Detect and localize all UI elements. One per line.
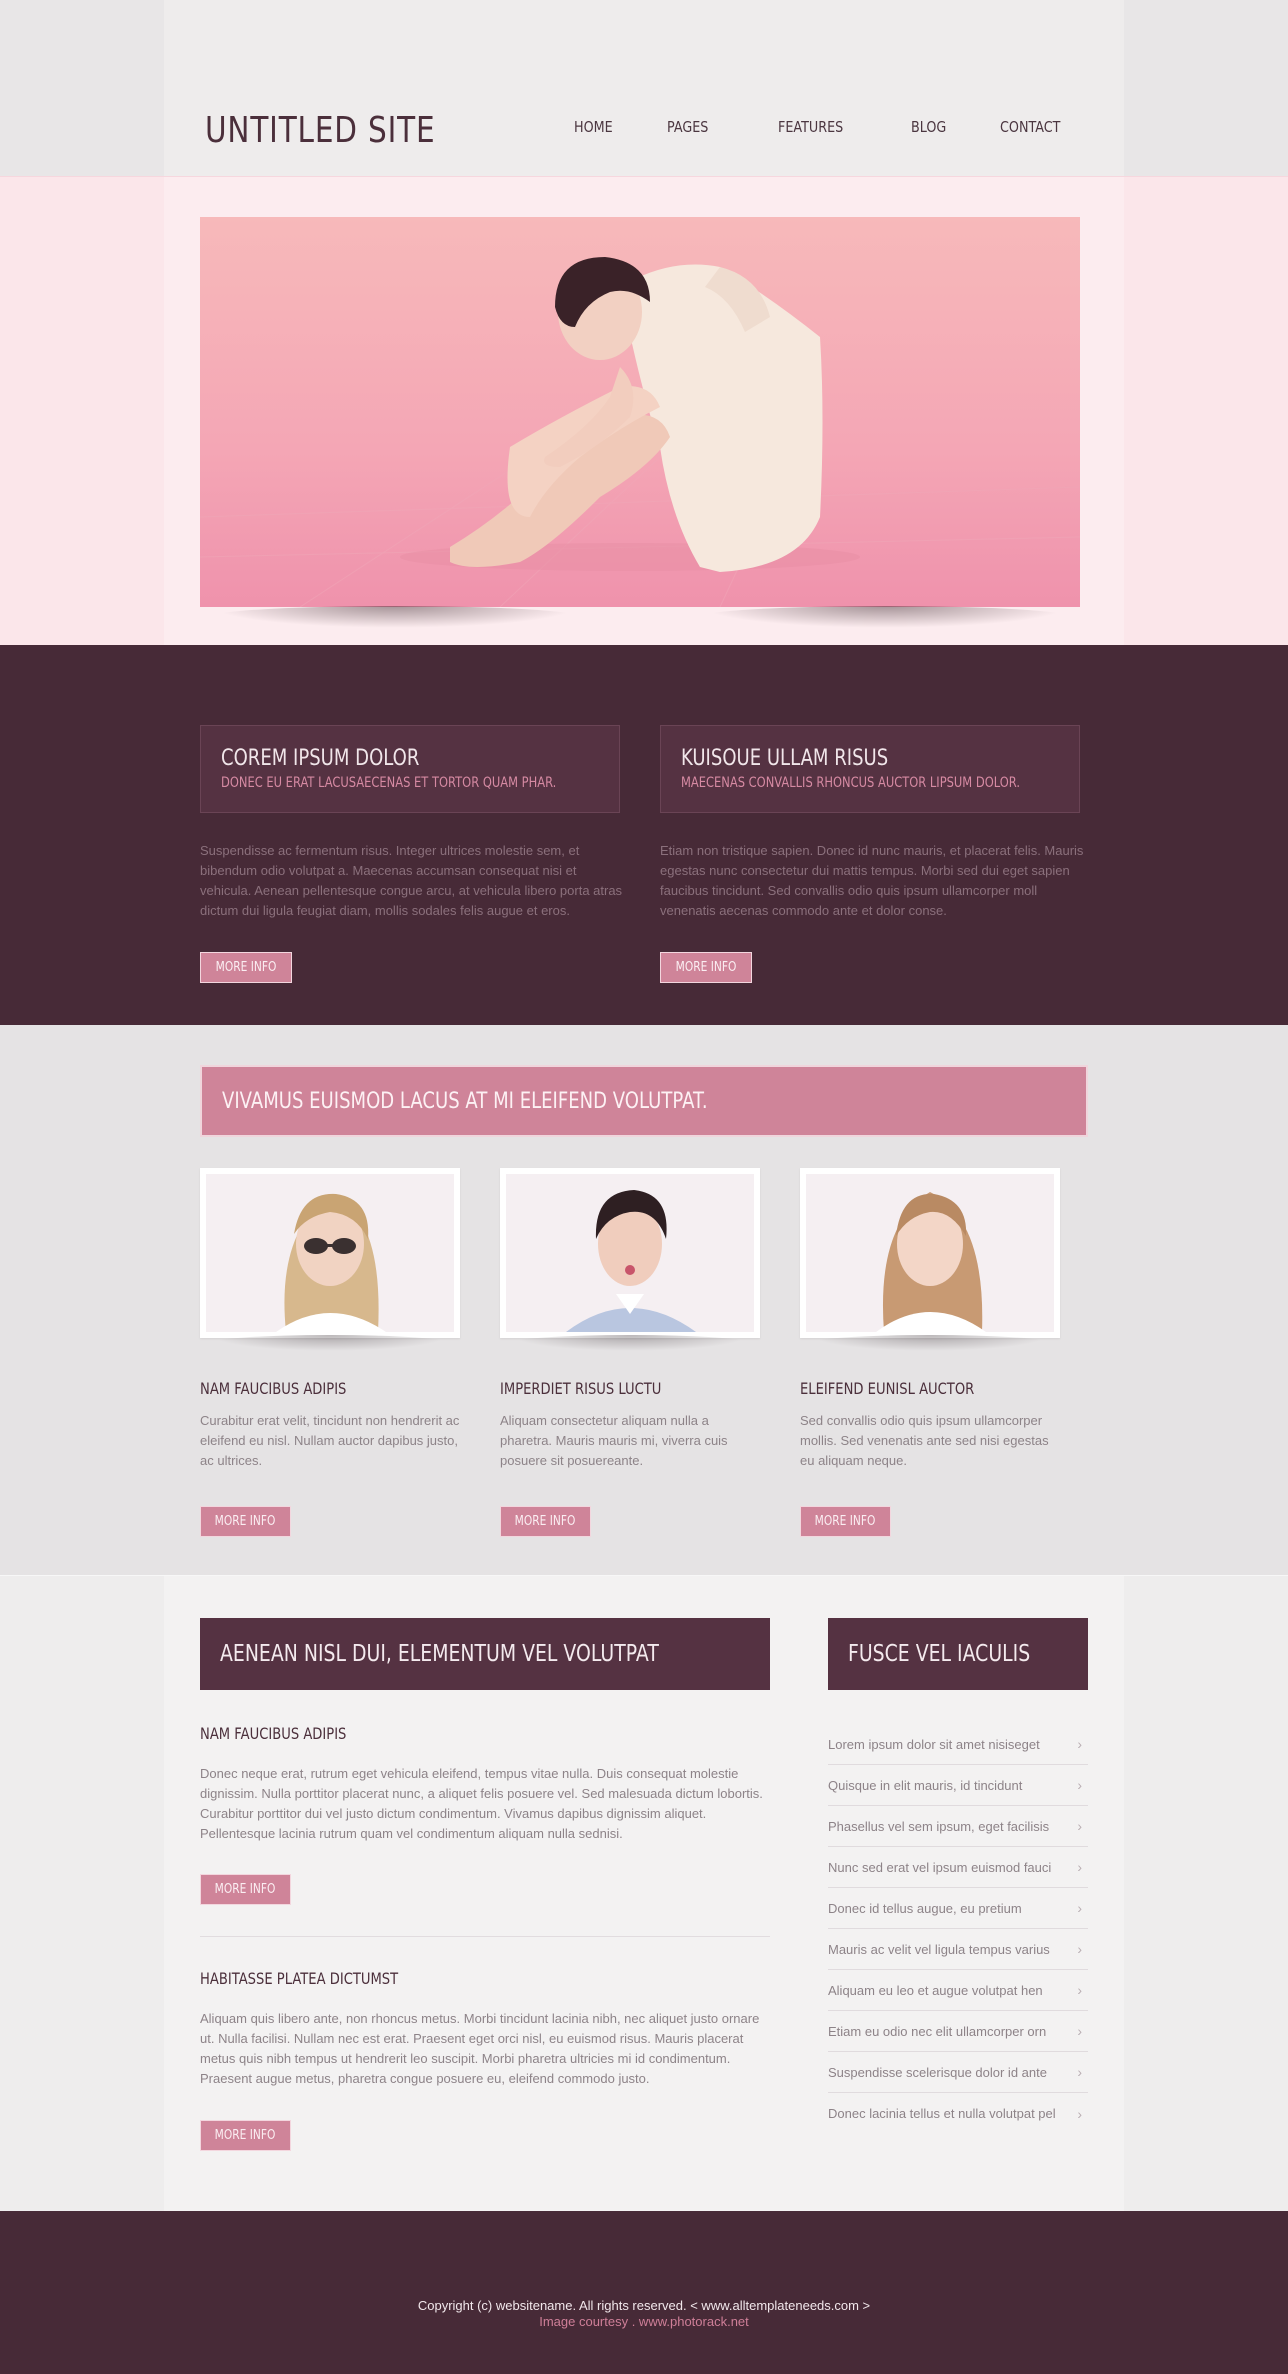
card-2-photo — [500, 1168, 760, 1338]
sidebar-link[interactable]: Aliquam eu leo et augue volutpat hen › — [828, 1970, 1088, 2011]
chevron-right-icon: › — [1077, 2064, 1082, 2080]
featured-2-text: Etiam non tristique sapien. Donec id nun… — [660, 843, 1084, 918]
team-banner: VIVAMUS EUISMOD LACUS AT MI ELEIFEND VOL… — [200, 1065, 1088, 1137]
featured-1-button-label: MORE INFO — [215, 960, 277, 975]
featured-2-title: KUISOUE ULLAM RISUS — [681, 746, 889, 771]
sidebar-link[interactable]: Mauris ac velit vel ligula tempus varius… — [828, 1929, 1088, 1970]
chevron-right-icon: › — [1077, 1982, 1082, 1998]
chevron-right-icon: › — [1077, 1736, 1082, 1752]
content-section: AENEAN NISL DUI, ELEMENTUM VEL VOLUTPAT … — [0, 1575, 1288, 2211]
card-1-photo — [200, 1168, 460, 1338]
card-3-photo-shadow — [810, 1335, 1050, 1351]
chevron-right-icon: › — [1077, 1859, 1082, 1875]
sidebar-link[interactable]: Lorem ipsum dolor sit amet nisiseget › — [828, 1724, 1088, 1765]
sidebar-heading: FUSCE VEL IACULIS — [848, 1641, 1031, 1667]
site-header: UNTITLED SITE HOME PAGES FEATURES BLOG C… — [0, 0, 1288, 176]
card-1-title: NAM FAUCIBUS ADIPIS — [200, 1379, 347, 1398]
card-3-button-label: MORE INFO — [815, 1514, 876, 1529]
sidebar-link[interactable]: Phasellus vel sem ipsum, eget facilisis › — [828, 1806, 1088, 1847]
nav-pages[interactable]: PAGES — [667, 118, 708, 136]
portrait-2-image — [566, 1190, 696, 1332]
sidebar-link-label: Suspendisse scelerisque dolor id ante — [828, 2064, 1047, 2080]
sidebar-link[interactable]: Etiam eu odio nec elit ullamcorper orn › — [828, 2011, 1088, 2052]
hero-image — [200, 217, 1080, 607]
article-2-title: HABITASSE PLATEA DICTUMST — [200, 1969, 399, 1988]
card-2-title: IMPERDIET RISUS LUCTU — [500, 1379, 662, 1398]
sidebar-link-label: Mauris ac velit vel ligula tempus varius — [828, 1941, 1050, 1957]
featured-box-2-header: KUISOUE ULLAM RISUS MAECENAS CONVALLIS R… — [660, 725, 1080, 813]
sidebar-link-label: Quisque in elit mauris, id tincidunt — [828, 1777, 1023, 1793]
portrait-1-image — [276, 1193, 386, 1332]
sidebar-link-label: Donec id tellus augue, eu pretium — [828, 1900, 1022, 1916]
hero-shadow-right — [700, 606, 1070, 628]
chevron-right-icon: › — [1077, 1941, 1082, 1957]
article-2-more-info-button[interactable]: MORE INFO — [200, 2120, 291, 2151]
hero-illustration — [200, 257, 1080, 607]
card-1-more-info-button[interactable]: MORE INFO — [200, 1506, 291, 1537]
featured-2-more-info-button[interactable]: MORE INFO — [660, 952, 752, 983]
featured-box-1-header: COREM IPSUM DOLOR DONEC EU ERAT LACUSAEC… — [200, 725, 620, 813]
site-logo[interactable]: UNTITLED SITE — [205, 110, 435, 151]
main-heading-box: AENEAN NISL DUI, ELEMENTUM VEL VOLUTPAT — [200, 1618, 770, 1690]
sidebar-link[interactable]: Quisque in elit mauris, id tincidunt › — [828, 1765, 1088, 1806]
nav-home[interactable]: HOME — [574, 118, 613, 136]
sidebar-link[interactable]: Donec id tellus augue, eu pretium › — [828, 1888, 1088, 1929]
card-1-button-label: MORE INFO — [215, 1514, 276, 1529]
card-3-more-info-button[interactable]: MORE INFO — [800, 1506, 891, 1537]
card-1-text: Curabitur erat velit, tincidunt non hend… — [200, 1413, 460, 1468]
portrait-3-image — [876, 1192, 986, 1332]
footer-credit-link[interactable]: Image courtesy . www.photorack.net — [0, 2314, 1288, 2329]
featured-1-text: Suspendisse ac fermentum risus. Integer … — [200, 843, 623, 918]
sidebar-list: Lorem ipsum dolor sit amet nisiseget › Qu… — [828, 1724, 1088, 2134]
card-3-text: Sed convallis odio quis ipsum ullamcorpe… — [800, 1413, 1049, 1468]
chevron-right-icon: › — [1077, 2105, 1082, 2122]
featured-2-subtitle: MAECENAS CONVALLIS RHONCUS AUCTOR LIPSUM… — [681, 775, 1020, 791]
article-1-title: NAM FAUCIBUS ADIPIS — [200, 1724, 347, 1743]
card-3-title: ELEIFEND EUNISL AUCTOR — [800, 1379, 975, 1398]
sidebar-link[interactable]: Suspendisse scelerisque dolor id ante › — [828, 2052, 1088, 2093]
card-2-photo-shadow — [510, 1335, 750, 1351]
article-1-more-info-button[interactable]: MORE INFO — [200, 1874, 291, 1905]
sidebar-link[interactable]: Nunc sed erat vel ipsum euismod fauci › — [828, 1847, 1088, 1888]
footer-copyright: Copyright (c) websitename. All rights re… — [417, 2298, 871, 2313]
featured-1-more-info-button[interactable]: MORE INFO — [200, 952, 292, 983]
card-3-photo — [800, 1168, 1060, 1338]
sidebar-link-label: Etiam eu odio nec elit ullamcorper orn — [828, 2023, 1047, 2039]
article-2-text: Aliquam quis libero ante, non rhoncus me… — [200, 2011, 760, 2086]
sidebar-link-label: Donec lacinia tellus et nulla volutpat p… — [828, 2106, 1056, 2121]
chevron-right-icon: › — [1077, 1900, 1082, 1916]
sidebar-link-label: Aliquam eu leo et augue volutpat hen — [828, 1982, 1043, 1998]
article-divider — [200, 1936, 770, 1937]
hero-shadow-left — [210, 606, 580, 628]
article-1-text: Donec neque erat, rutrum eget vehicula e… — [200, 1766, 763, 1841]
featured-2-button-label: MORE INFO — [675, 960, 737, 975]
team-banner-text: VIVAMUS EUISMOD LACUS AT MI ELEIFEND VOL… — [222, 1088, 708, 1114]
nav-blog[interactable]: BLOG — [911, 118, 946, 136]
team-section: VIVAMUS EUISMOD LACUS AT MI ELEIFEND VOL… — [0, 1025, 1288, 1575]
chevron-right-icon: › — [1077, 2023, 1082, 2039]
sidebar-link[interactable]: Donec lacinia tellus et nulla volutpat p… — [828, 2093, 1088, 2134]
featured-1-title: COREM IPSUM DOLOR — [221, 746, 420, 771]
sidebar-link-label: Lorem ipsum dolor sit amet nisiseget — [828, 1736, 1040, 1752]
nav-contact[interactable]: CONTACT — [1000, 118, 1060, 136]
card-2-text: Aliquam consectetur aliquam nulla a phar… — [500, 1413, 728, 1468]
sidebar-heading-box: FUSCE VEL IACULIS — [828, 1618, 1088, 1690]
card-2-button-label: MORE INFO — [515, 1514, 576, 1529]
card-1-photo-shadow — [210, 1335, 450, 1351]
sidebar-link-label: Phasellus vel sem ipsum, eget facilisis — [828, 1818, 1050, 1834]
main-heading: AENEAN NISL DUI, ELEMENTUM VEL VOLUTPAT — [220, 1641, 659, 1667]
featured-section: COREM IPSUM DOLOR DONEC EU ERAT LACUSAEC… — [0, 645, 1288, 1025]
site-footer: Copyright (c) websitename. All rights re… — [0, 2211, 1288, 2374]
chevron-right-icon: › — [1077, 1818, 1082, 1834]
nav-features[interactable]: FEATURES — [778, 118, 843, 136]
featured-1-subtitle: DONEC EU ERAT LACUSAECENAS ET TORTOR QUA… — [221, 775, 557, 791]
sidebar-link-label: Nunc sed erat vel ipsum euismod fauci — [828, 1859, 1052, 1875]
chevron-right-icon: › — [1077, 1777, 1082, 1793]
card-2-more-info-button[interactable]: MORE INFO — [500, 1506, 591, 1537]
article-1-button-label: MORE INFO — [215, 1882, 276, 1897]
article-2-button-label: MORE INFO — [215, 2128, 276, 2143]
